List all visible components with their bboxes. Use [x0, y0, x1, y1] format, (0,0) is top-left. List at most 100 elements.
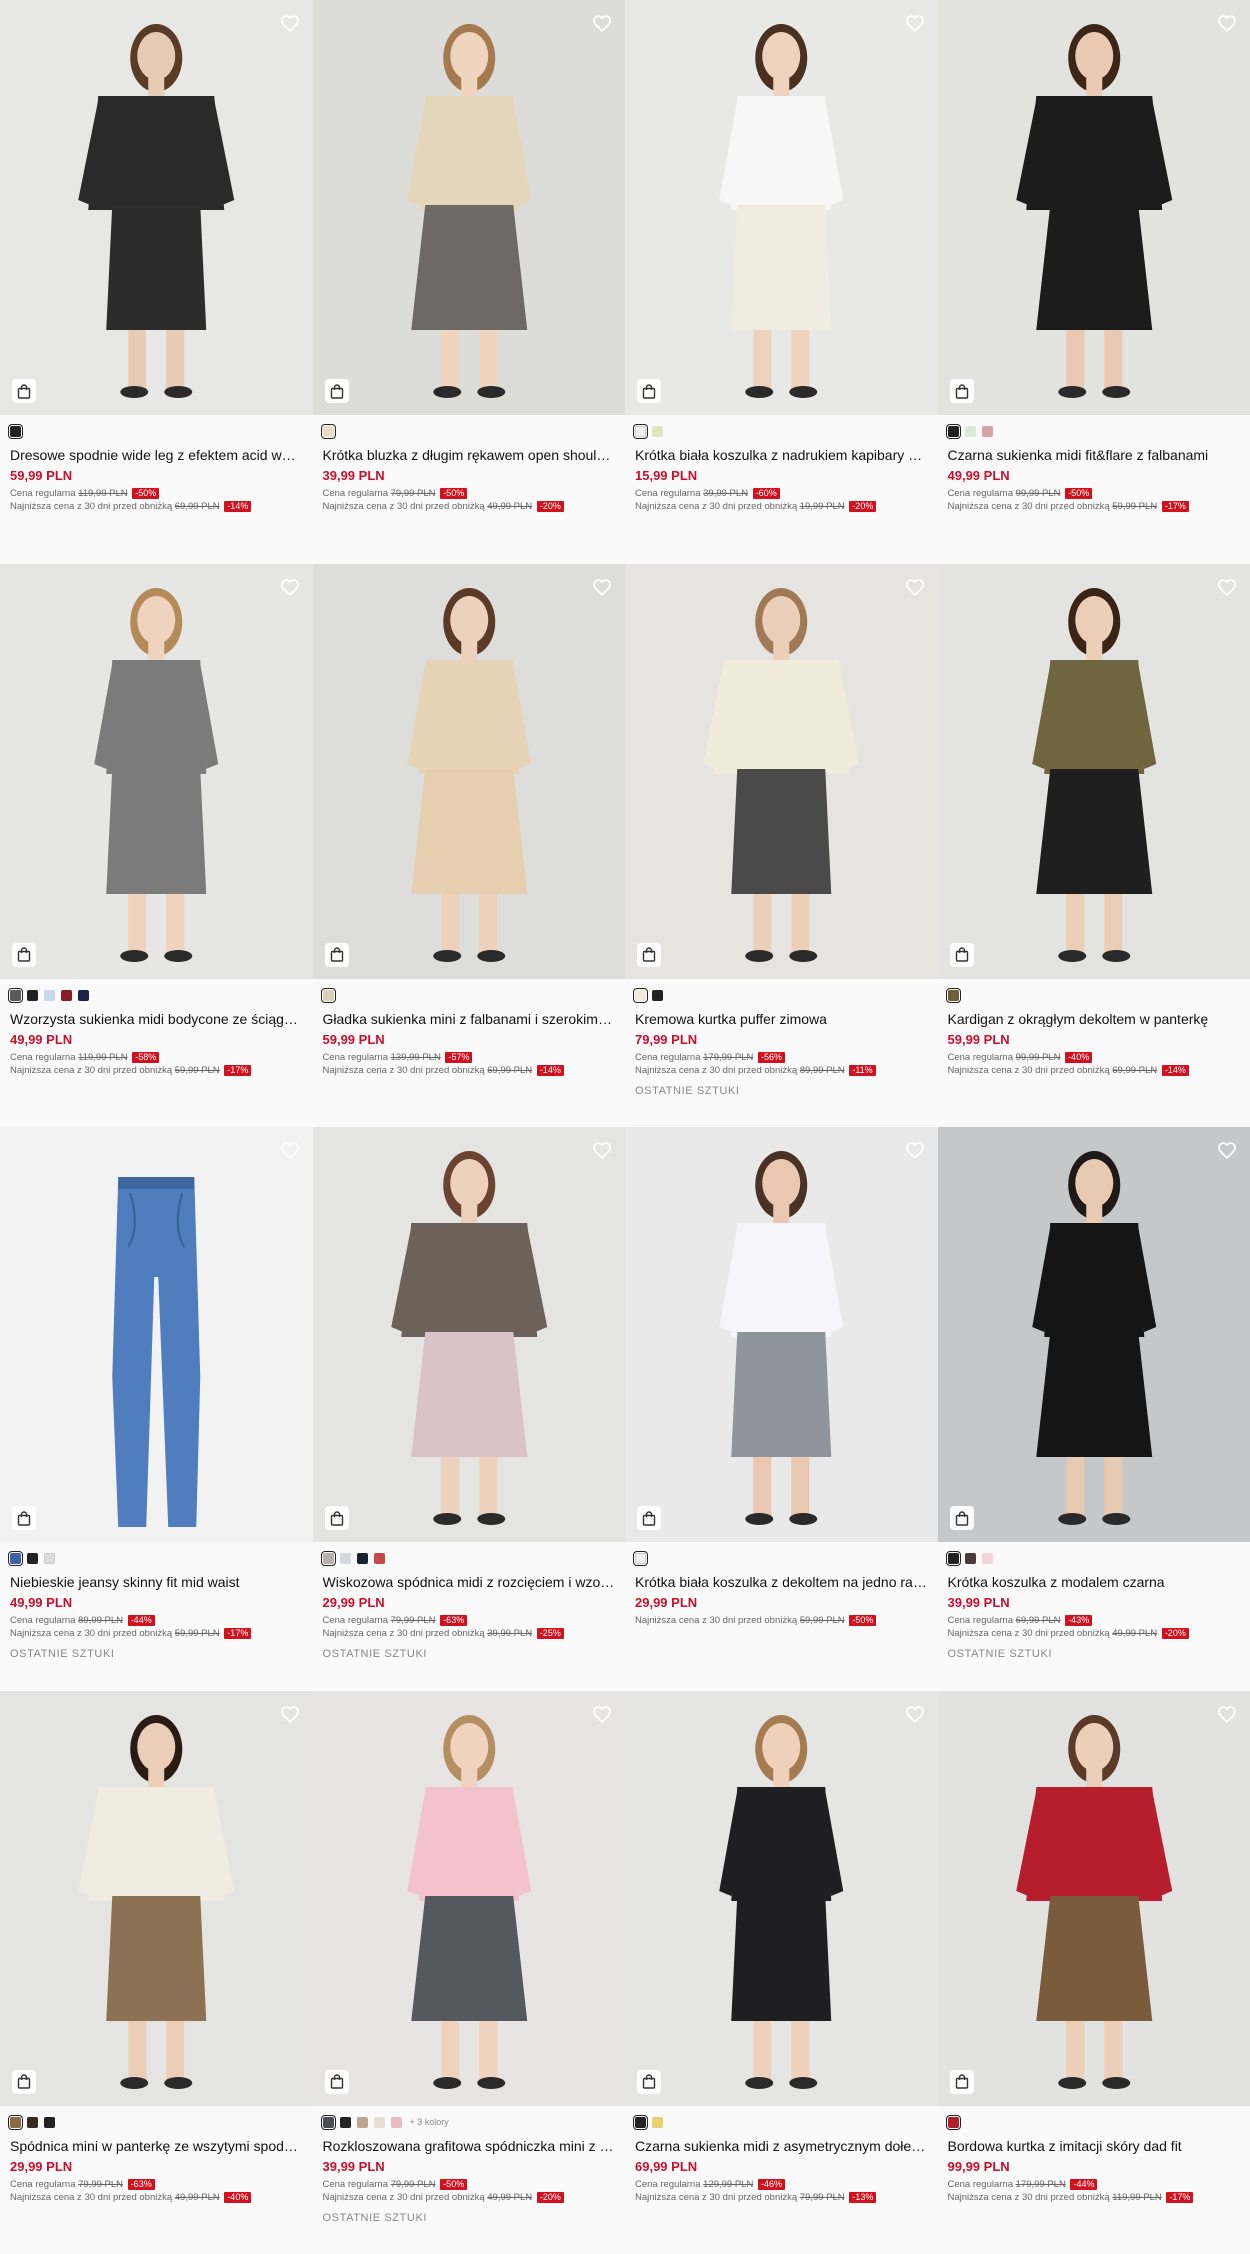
color-swatch[interactable] — [374, 1553, 385, 1564]
shopping-bag-icon[interactable] — [325, 2070, 349, 2094]
product-name[interactable]: Spódnica mini w panterkę ze wszytymi spo… — [10, 2137, 303, 2155]
color-swatch[interactable] — [948, 2117, 959, 2128]
product-image[interactable] — [313, 564, 626, 979]
color-swatch[interactable] — [635, 2117, 646, 2128]
product-name[interactable]: Czarna sukienka midi z asymetrycznym doł… — [635, 2137, 928, 2155]
color-swatch[interactable] — [965, 1553, 976, 1564]
product-card[interactable]: Kardigan z okrągłym dekoltem w panterkę … — [938, 564, 1250, 1128]
color-swatch[interactable] — [323, 426, 334, 437]
favorite-heart-icon[interactable] — [279, 576, 301, 598]
favorite-heart-icon[interactable] — [279, 12, 301, 34]
product-image[interactable] — [938, 564, 1250, 979]
color-swatch[interactable] — [948, 1553, 959, 1564]
favorite-heart-icon[interactable] — [1216, 1139, 1238, 1161]
product-image[interactable] — [625, 1127, 938, 1542]
product-name[interactable]: Krótka biała koszulka z dekoltem na jedn… — [635, 1573, 928, 1591]
color-swatch[interactable] — [982, 1553, 993, 1564]
product-image[interactable] — [938, 1127, 1250, 1542]
shopping-bag-icon[interactable] — [12, 943, 36, 967]
favorite-heart-icon[interactable] — [591, 1703, 613, 1725]
shopping-bag-icon[interactable] — [325, 1506, 349, 1530]
color-swatch[interactable] — [982, 426, 993, 437]
color-swatch[interactable] — [357, 1553, 368, 1564]
color-swatch[interactable] — [340, 1553, 351, 1564]
more-colors-label[interactable]: + 3 kolory — [410, 2117, 449, 2127]
product-card[interactable]: Bordowa kurtka z imitacji skóry dad fit … — [938, 1691, 1250, 2254]
favorite-heart-icon[interactable] — [904, 1703, 926, 1725]
product-card[interactable]: Krótka biała koszulka z dekoltem na jedn… — [625, 1127, 938, 1691]
color-swatch[interactable] — [652, 990, 663, 1001]
color-swatch[interactable] — [10, 1553, 21, 1564]
shopping-bag-icon[interactable] — [637, 379, 661, 403]
color-swatch[interactable] — [391, 2117, 402, 2128]
color-swatch[interactable] — [10, 426, 21, 437]
color-swatch[interactable] — [78, 990, 89, 1001]
product-image[interactable] — [625, 1691, 938, 2106]
product-card[interactable]: + 3 kolory Rozkloszowana grafitowa spódn… — [313, 1691, 626, 2254]
product-card[interactable]: Kremowa kurtka puffer zimowa 79,99 PLN C… — [625, 564, 938, 1128]
shopping-bag-icon[interactable] — [12, 1506, 36, 1530]
color-swatch[interactable] — [340, 2117, 351, 2128]
product-name[interactable]: Gładka sukienka mini z falbanami i szero… — [323, 1010, 616, 1028]
favorite-heart-icon[interactable] — [591, 576, 613, 598]
favorite-heart-icon[interactable] — [904, 576, 926, 598]
color-swatch[interactable] — [323, 1553, 334, 1564]
favorite-heart-icon[interactable] — [591, 12, 613, 34]
favorite-heart-icon[interactable] — [1216, 576, 1238, 598]
shopping-bag-icon[interactable] — [12, 379, 36, 403]
color-swatch[interactable] — [10, 2117, 21, 2128]
product-card[interactable]: Czarna sukienka midi fit&flare z falbana… — [938, 0, 1250, 564]
favorite-heart-icon[interactable] — [904, 1139, 926, 1161]
shopping-bag-icon[interactable] — [637, 2070, 661, 2094]
favorite-heart-icon[interactable] — [279, 1139, 301, 1161]
product-name[interactable]: Krótka koszulka z modalem czarna — [948, 1573, 1241, 1591]
color-swatch[interactable] — [948, 990, 959, 1001]
shopping-bag-icon[interactable] — [950, 379, 974, 403]
color-swatch[interactable] — [44, 1553, 55, 1564]
shopping-bag-icon[interactable] — [325, 943, 349, 967]
product-image[interactable] — [0, 564, 313, 979]
favorite-heart-icon[interactable] — [279, 1703, 301, 1725]
color-swatch[interactable] — [27, 2117, 38, 2128]
product-image[interactable] — [313, 1127, 626, 1542]
product-name[interactable]: Czarna sukienka midi fit&flare z falbana… — [948, 446, 1241, 464]
color-swatch[interactable] — [374, 2117, 385, 2128]
product-card[interactable]: Wiskozowa spódnica midi z rozcięciem i w… — [313, 1127, 626, 1691]
product-name[interactable]: Wiskozowa spódnica midi z rozcięciem i w… — [323, 1573, 616, 1591]
shopping-bag-icon[interactable] — [950, 1506, 974, 1530]
product-name[interactable]: Rozkloszowana grafitowa spódniczka mini … — [323, 2137, 616, 2155]
product-card[interactable]: Dresowe spodnie wide leg z efektem acid … — [0, 0, 313, 564]
product-image[interactable] — [938, 1691, 1250, 2106]
color-swatch[interactable] — [61, 990, 72, 1001]
product-image[interactable] — [313, 1691, 626, 2106]
shopping-bag-icon[interactable] — [325, 379, 349, 403]
color-swatch[interactable] — [44, 990, 55, 1001]
color-swatch[interactable] — [27, 990, 38, 1001]
product-card[interactable]: Niebieskie jeansy skinny fit mid waist 4… — [0, 1127, 313, 1691]
product-name[interactable]: Kardigan z okrągłym dekoltem w panterkę — [948, 1010, 1241, 1028]
shopping-bag-icon[interactable] — [950, 2070, 974, 2094]
favorite-heart-icon[interactable] — [1216, 12, 1238, 34]
product-card[interactable]: Czarna sukienka midi z asymetrycznym doł… — [625, 1691, 938, 2254]
color-swatch[interactable] — [27, 1553, 38, 1564]
product-name[interactable]: Bordowa kurtka z imitacji skóry dad fit — [948, 2137, 1241, 2155]
product-name[interactable]: Niebieskie jeansy skinny fit mid waist — [10, 1573, 303, 1591]
shopping-bag-icon[interactable] — [637, 1506, 661, 1530]
color-swatch[interactable] — [635, 426, 646, 437]
color-swatch[interactable] — [652, 426, 663, 437]
product-name[interactable]: Wzorzysta sukienka midi bodycone ze ścią… — [10, 1010, 303, 1028]
product-card[interactable]: Krótka bluzka z długim rękawem open shou… — [313, 0, 626, 564]
color-swatch[interactable] — [965, 426, 976, 437]
product-image[interactable] — [938, 0, 1250, 415]
product-image[interactable] — [0, 0, 313, 415]
product-card[interactable]: Gładka sukienka mini z falbanami i szero… — [313, 564, 626, 1128]
favorite-heart-icon[interactable] — [591, 1139, 613, 1161]
product-card[interactable]: Wzorzysta sukienka midi bodycone ze ścią… — [0, 564, 313, 1128]
product-image[interactable] — [625, 0, 938, 415]
favorite-heart-icon[interactable] — [904, 12, 926, 34]
color-swatch[interactable] — [948, 426, 959, 437]
color-swatch[interactable] — [635, 990, 646, 1001]
color-swatch[interactable] — [323, 990, 334, 1001]
color-swatch[interactable] — [323, 2117, 334, 2128]
product-image[interactable] — [0, 1691, 313, 2106]
